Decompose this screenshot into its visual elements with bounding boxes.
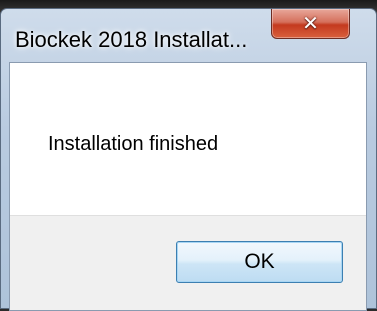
message-area: Installation finished xyxy=(10,63,366,215)
close-icon: ✕ xyxy=(302,12,319,35)
dialog-content: Installation finished OK xyxy=(9,62,367,311)
title-bar[interactable]: Biockek 2018 Installat... ✕ xyxy=(1,9,376,61)
installer-dialog: Biockek 2018 Installat... ✕ Installation… xyxy=(0,8,377,311)
message-text: Installation finished xyxy=(48,133,219,155)
button-area: OK xyxy=(10,215,366,310)
window-title: Biockek 2018 Installat... xyxy=(15,27,248,52)
ok-button[interactable]: OK xyxy=(176,241,343,283)
close-button[interactable]: ✕ xyxy=(271,9,350,39)
